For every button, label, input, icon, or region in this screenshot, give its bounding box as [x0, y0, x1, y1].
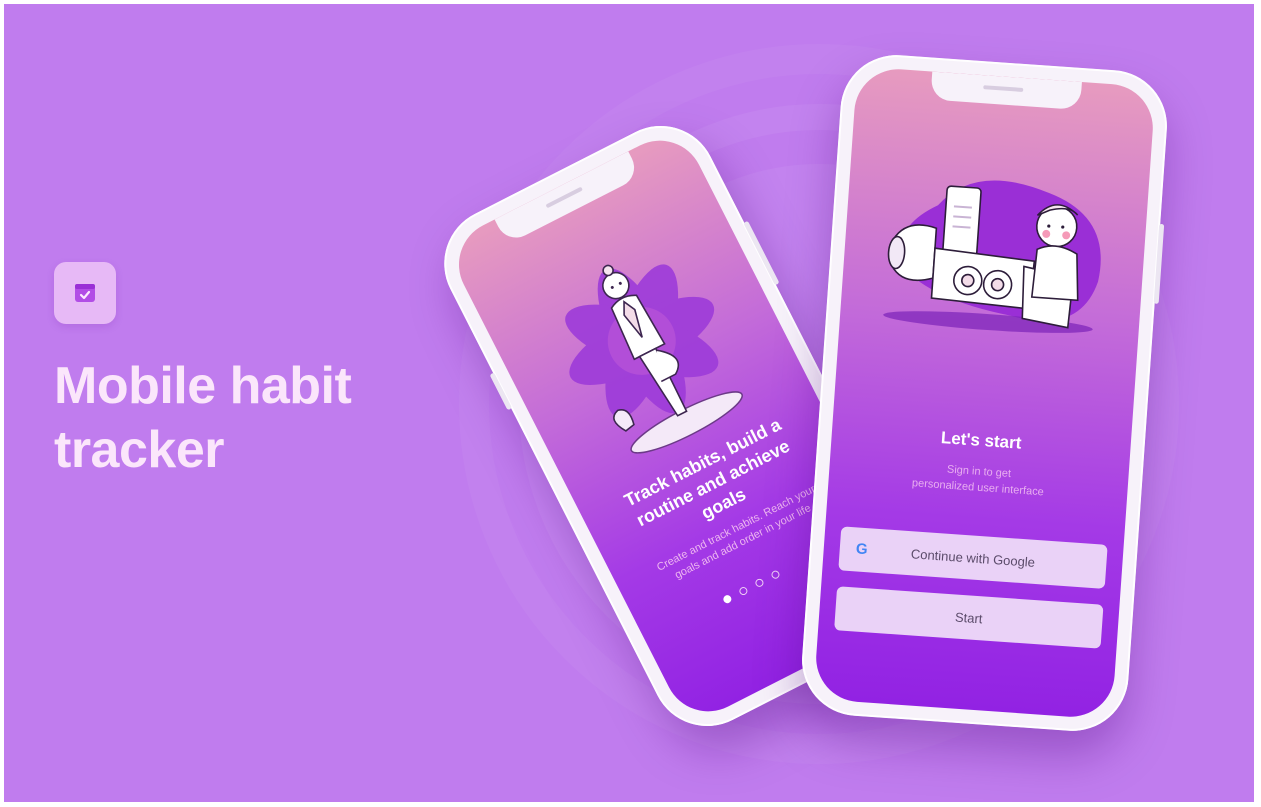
title-line-1: Mobile habit [54, 357, 352, 415]
page-indicator[interactable] [721, 569, 781, 605]
signin-subtitle-line-1: Sign in to get [946, 463, 1012, 481]
planner-illustration [883, 180, 1101, 333]
calendar-check-icon [75, 284, 95, 302]
phone-notch [494, 151, 641, 245]
signin-subtitle: Sign in to get personalized user interfa… [828, 453, 1129, 506]
start-button[interactable]: Start [834, 586, 1104, 649]
promo-canvas: Mobile habit tracker Track habits, build… [4, 4, 1254, 802]
page-dot[interactable] [738, 585, 749, 597]
title-line-2: tracker [54, 421, 224, 479]
signin-subtitle-line-2: personalized user interface [911, 477, 1045, 499]
google-button-label: Continue with Google [910, 545, 1036, 570]
signin-screen: Let's start Sign in to get personalized … [813, 66, 1156, 720]
signin-title: Let's start [940, 428, 1023, 453]
page-dot-active[interactable] [721, 593, 733, 605]
phone-notch [929, 71, 1082, 110]
app-logo [54, 262, 116, 324]
power-button [1153, 223, 1165, 304]
start-button-label: Start [954, 609, 984, 626]
page-dot[interactable] [770, 569, 781, 581]
continue-with-google-button[interactable]: G Continue with Google [838, 526, 1108, 589]
page-title: Mobile habit tracker [54, 354, 474, 482]
page-dot[interactable] [754, 577, 765, 589]
google-g-icon: G [855, 540, 869, 559]
signin-phone: Let's start Sign in to get personalized … [798, 51, 1171, 735]
